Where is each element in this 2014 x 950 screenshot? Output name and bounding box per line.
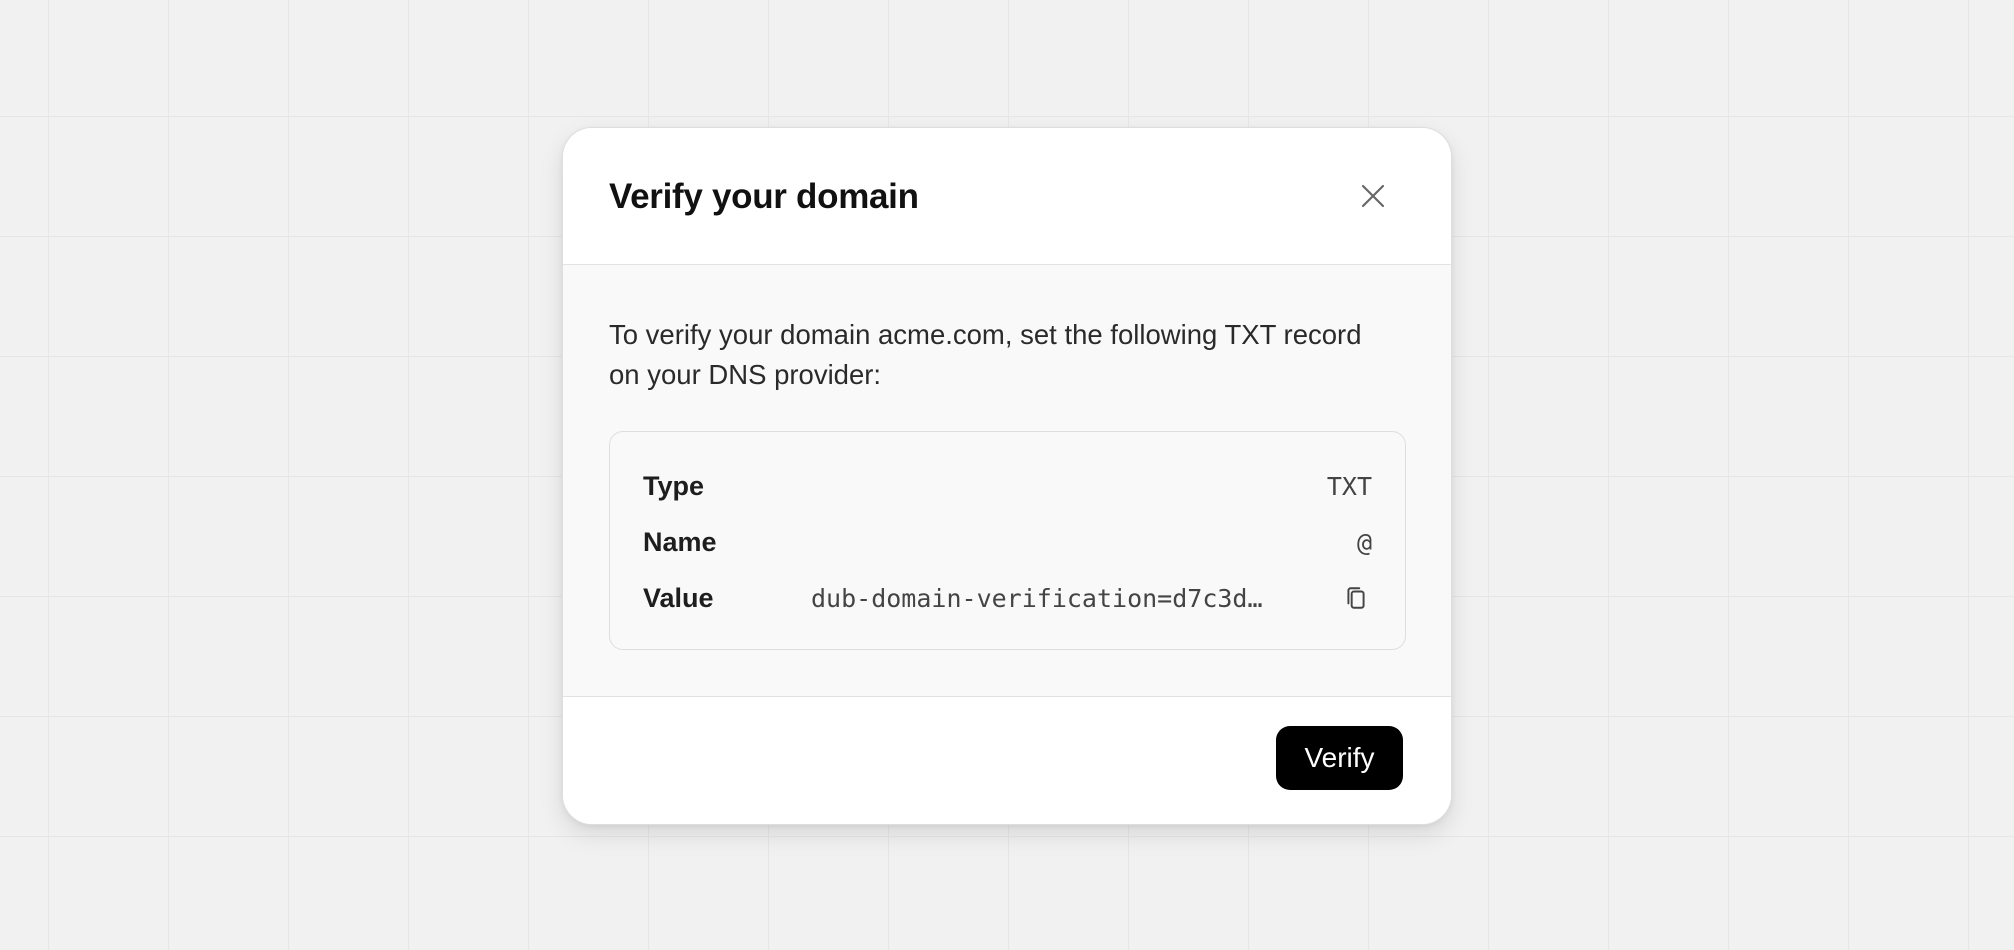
modal-header: Verify your domain xyxy=(563,128,1451,265)
close-icon xyxy=(1361,184,1385,208)
modal-footer: Verify xyxy=(563,697,1451,824)
record-value-wrap: dub-domain-verification=d7c3d… xyxy=(811,582,1372,614)
record-value-name: @ xyxy=(1356,527,1372,557)
record-label-type: Type xyxy=(643,470,705,501)
instructions-text: To verify your domain acme.com, set the … xyxy=(609,319,1362,390)
record-label-value: Value xyxy=(643,582,714,613)
record-label-name: Name xyxy=(643,526,717,557)
verify-button[interactable]: Verify xyxy=(1276,725,1403,790)
record-row-type: Type TXT xyxy=(643,458,1372,514)
record-value-type: TXT xyxy=(1326,471,1372,501)
modal-title: Verify your domain xyxy=(609,177,919,216)
verify-domain-modal: Verify your domain To verify your domain… xyxy=(562,127,1452,825)
modal-body: To verify your domain acme.com, set the … xyxy=(563,265,1451,697)
copy-button[interactable] xyxy=(1340,582,1372,614)
record-row-name: Name @ xyxy=(643,514,1372,570)
close-button[interactable] xyxy=(1353,176,1393,216)
copy-icon xyxy=(1347,587,1365,609)
record-row-value: Value dub-domain-verification=d7c3d… xyxy=(643,570,1372,626)
record-value-verification[interactable]: dub-domain-verification=d7c3d… xyxy=(811,584,1316,613)
dns-record-box: Type TXT Name @ Value dub-domain-verific… xyxy=(609,431,1406,650)
